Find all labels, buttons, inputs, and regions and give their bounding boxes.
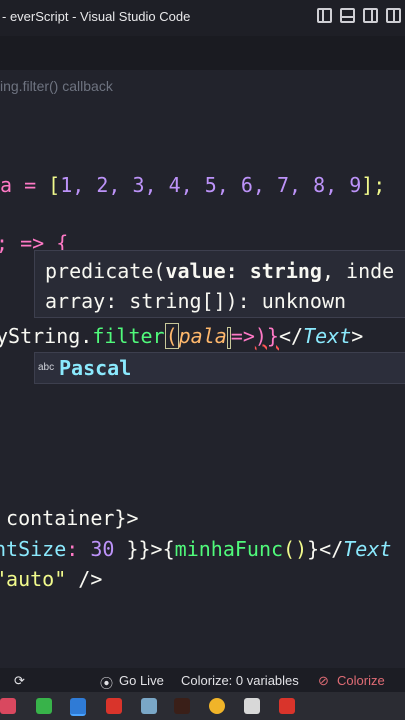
text-kind-icon: abc [38,362,55,373]
array-values: 1, 2, 3, 4, 5, 6, 7, 8, 9 [60,173,362,197]
method-name: filter [92,324,165,348]
signature-text: , inde [321,259,395,283]
go-live-button[interactable]: Go Live [119,673,164,688]
colorize-button[interactable]: Colorize [337,673,385,688]
broadcast-icon[interactable]: ⦿ [100,673,113,692]
bracket: ( [164,323,179,349]
bracket: }}>{ [114,537,175,561]
code-line-filter: yString.filter(pala =>)}</Text> [0,323,363,349]
app-icon[interactable] [244,698,260,714]
tag-name: Text [343,537,392,561]
bracket: )} [254,324,279,348]
tag-bracket: </ [278,324,304,348]
parameter: pala [178,324,227,348]
bracket: [ [48,173,61,197]
toggle-secondary-sidebar-icon[interactable] [363,8,378,23]
signature-text: predicate( [45,259,166,283]
parameter-hint-popup: predicate(value: string, inde array: str… [34,250,405,318]
toggle-sidebar-icon[interactable] [317,8,332,23]
colon: : [66,537,91,561]
title-bar: - everScript - Visual Studio Code [0,0,405,36]
status-bar: ⟳ ⦿ Go Live Colorize: 0 variables ⊘ Colo… [0,668,405,692]
identifier: yString. [0,324,93,348]
app-icon[interactable] [279,698,295,714]
breadcrumb[interactable]: ing.filter() callback [0,72,113,100]
operator: a = [0,173,49,197]
bracket: ]; [361,173,386,197]
app-icon[interactable] [36,698,52,714]
active-parameter: value: string [165,259,322,283]
app-icon[interactable] [0,698,16,714]
code-line-auto: "auto" /> [0,566,102,592]
layout-controls [317,8,401,23]
pdf-icon[interactable] [106,698,122,714]
number: 30 [90,537,115,561]
tag-bracket: }</ [307,537,344,561]
suggestion-item[interactable]: Pascal [59,356,131,380]
illustrator-icon[interactable] [174,698,190,714]
code-line-array: a = [1, 2, 3, 4, 5, 6, 7, 8, 9]; [0,172,385,198]
suggestion-widget[interactable]: abc Pascal [34,352,405,384]
signature-line-2: array: string[]): unknown [45,289,347,313]
app-icon[interactable] [141,698,157,714]
colorize-variables[interactable]: Colorize: 0 variables [181,673,299,688]
bracket: }> [114,506,139,530]
tag-bracket: /> [66,567,103,591]
taskbar [0,692,405,720]
function-call: minhaFunc [174,537,284,561]
arrow-token: => [230,324,255,348]
no-entry-icon[interactable]: ⊘ [318,673,329,689]
toggle-panel-icon[interactable] [340,8,355,23]
bracket: () [283,537,308,561]
editor-tabs [0,36,405,70]
chrome-icon[interactable] [209,698,225,714]
property: ntSize [0,537,67,561]
tag-name: Text [303,324,352,348]
sync-icon[interactable]: ⟳ [14,673,25,689]
code-line-fontsize: ntSize: 30 }}>{minhaFunc()}</Text [0,536,391,562]
signature-line-1: predicate(value: string, inde [45,259,394,283]
code-line-container: container}> [0,505,139,531]
vscode-icon[interactable] [70,698,86,716]
string: "auto" [0,567,67,591]
customize-layout-icon[interactable] [386,8,401,23]
window-title: - everScript - Visual Studio Code [2,9,191,24]
tag-bracket: > [351,324,364,348]
identifier: container [0,506,115,530]
